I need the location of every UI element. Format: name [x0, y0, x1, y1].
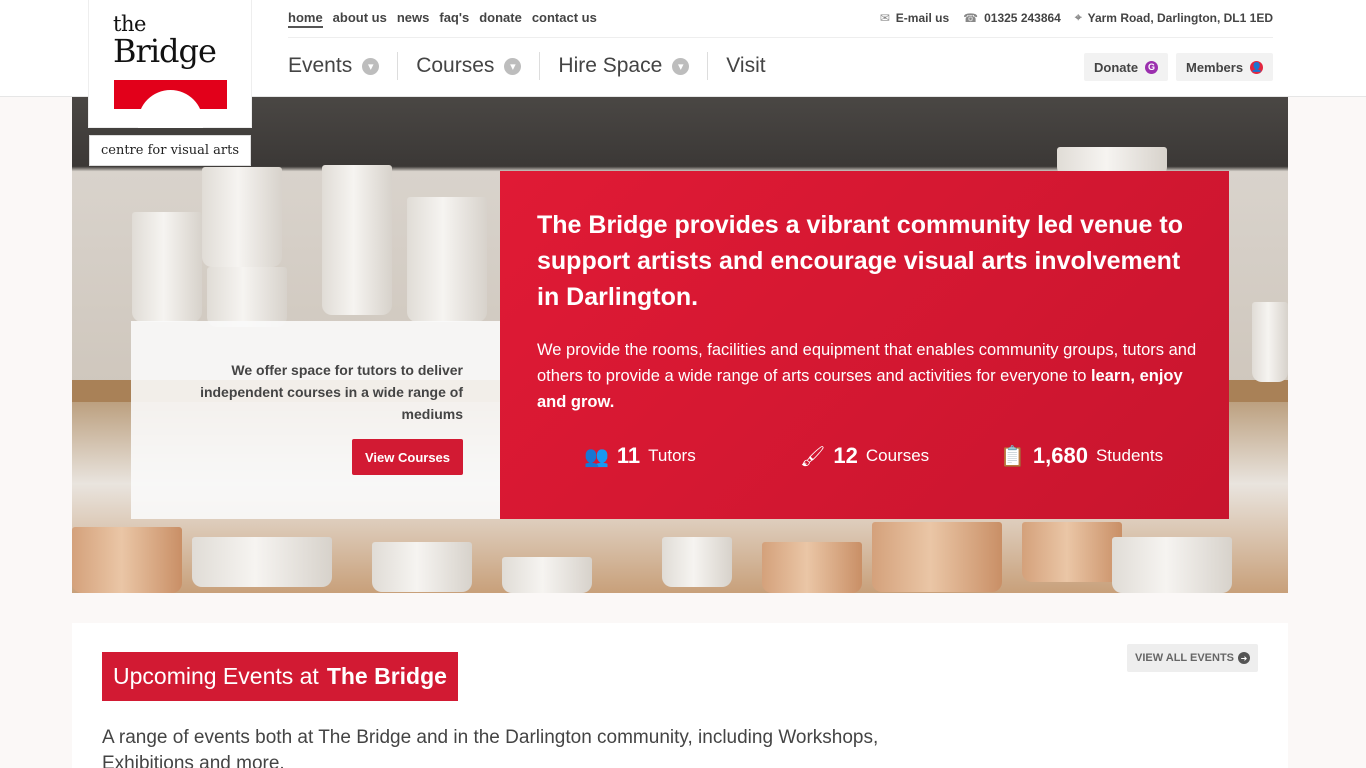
pot-image: [72, 527, 182, 593]
pot-image: [1112, 537, 1232, 593]
top-link-donate[interactable]: donate: [479, 10, 522, 28]
view-all-events-label: VIEW ALL EVENTS: [1134, 652, 1234, 664]
view-all-events-button[interactable]: VIEW ALL EVENTS ➜: [1126, 644, 1258, 672]
site-logo[interactable]: the Bridge: [89, 0, 251, 128]
stat-tutors: 👥 11 Tutors: [584, 443, 696, 469]
mission-heading: The Bridge provides a vibrant community …: [537, 211, 1183, 311]
phone-link[interactable]: ☎ 01325 243864: [963, 10, 1061, 25]
pot-image: [192, 537, 332, 587]
pot-image: [872, 522, 1002, 592]
pot-image: [202, 167, 282, 267]
main-nav: Events ▾ Courses ▾ Hire Space ▾ Visit: [288, 52, 802, 80]
pot-image: [662, 537, 732, 587]
pot-image: [132, 212, 202, 322]
donate-button[interactable]: Donate G: [1084, 53, 1169, 81]
email-label: E-mail us: [895, 10, 950, 25]
stat-courses: 🖌 12 Courses: [800, 443, 929, 469]
donate-label: Donate: [1094, 59, 1139, 75]
nav-item-visit[interactable]: Visit: [726, 52, 783, 80]
chevron-down-icon: ▾: [672, 57, 690, 75]
nav-item-events[interactable]: Events ▾: [288, 52, 399, 80]
nav-label-courses: Courses: [416, 54, 495, 77]
phone-icon: ☎: [963, 10, 979, 25]
top-link-news[interactable]: news: [397, 10, 430, 28]
header-divider: [288, 37, 1273, 38]
pot-image: [322, 165, 392, 315]
logo-text-bridge: Bridge: [113, 32, 217, 70]
contact-info: ✉ E-mail us ☎ 01325 243864 ⌖ Yarm Road, …: [880, 10, 1273, 25]
address-link[interactable]: ⌖ Yarm Road, Darlington, DL1 1ED: [1075, 10, 1273, 25]
stat-label: Courses: [865, 446, 930, 465]
events-section: Upcoming Events at The Bridge VIEW ALL E…: [72, 623, 1288, 768]
pot-image: [502, 557, 592, 593]
mission-card: The Bridge provides a vibrant community …: [500, 171, 1229, 519]
top-link-contact[interactable]: contact us: [532, 10, 597, 28]
events-title-prefix: Upcoming Events at: [113, 663, 319, 689]
members-button[interactable]: Members 👤: [1176, 53, 1274, 81]
stat-number: 12: [833, 443, 858, 468]
user-icon: 👤: [1250, 60, 1264, 74]
address-text: Yarm Road, Darlington, DL1 1ED: [1087, 10, 1273, 25]
paintbrush-icon: 🖌: [800, 445, 826, 468]
top-link-faqs[interactable]: faq's: [439, 10, 469, 28]
nav-label-hire-space: Hire Space: [558, 54, 663, 77]
pot-image: [372, 542, 472, 592]
email-link[interactable]: ✉ E-mail us: [880, 10, 949, 25]
members-label: Members: [1186, 59, 1244, 75]
clipboard-icon: 📋: [1000, 445, 1025, 468]
events-title-emphasis: The Bridge: [326, 663, 447, 689]
top-link-home[interactable]: home: [288, 10, 323, 28]
stat-label: Tutors: [648, 446, 696, 465]
pot-image: [207, 267, 287, 327]
logo-arch-icon: [114, 80, 227, 128]
nav-label-events: Events: [288, 54, 353, 77]
nav-item-courses[interactable]: Courses ▾: [416, 52, 541, 80]
stat-students: 📋 1,680 Students: [1000, 443, 1163, 469]
pot-image: [762, 542, 862, 593]
tutors-card: We offer space for tutors to deliver ind…: [131, 321, 500, 519]
pot-image: [1022, 522, 1122, 582]
top-links: home about us news faq's donate contact …: [288, 10, 597, 28]
chevron-down-icon: ▾: [362, 57, 380, 75]
stat-number: 11: [616, 443, 641, 468]
top-link-about[interactable]: about us: [333, 10, 387, 28]
envelope-icon: ✉: [879, 10, 890, 25]
pot-image: [1252, 302, 1288, 382]
nav-label-visit: Visit: [726, 54, 766, 77]
events-description: A range of events both at The Bridge and…: [102, 727, 879, 768]
stat-label: Students: [1095, 446, 1164, 465]
nav-item-hire-space[interactable]: Hire Space ▾: [558, 52, 709, 80]
view-courses-button[interactable]: View Courses: [352, 439, 463, 475]
phone-number: 01325 243864: [984, 10, 1061, 25]
arrow-right-icon: ➜: [1238, 652, 1250, 664]
map-pin-icon: ⌖: [1074, 10, 1082, 24]
users-icon: 👥: [584, 445, 609, 468]
mission-description: We provide the rooms, facilities and equ…: [537, 337, 1197, 415]
chevron-down-icon: ▾: [504, 57, 522, 75]
pot-image: [407, 197, 487, 322]
logo-tagline: centre for visual arts: [89, 135, 251, 166]
donate-badge-icon: G: [1145, 60, 1159, 74]
events-title: Upcoming Events at The Bridge: [102, 652, 458, 701]
stat-number: 1,680: [1032, 443, 1088, 468]
tutors-card-text: We offer space for tutors to deliver ind…: [200, 362, 463, 422]
